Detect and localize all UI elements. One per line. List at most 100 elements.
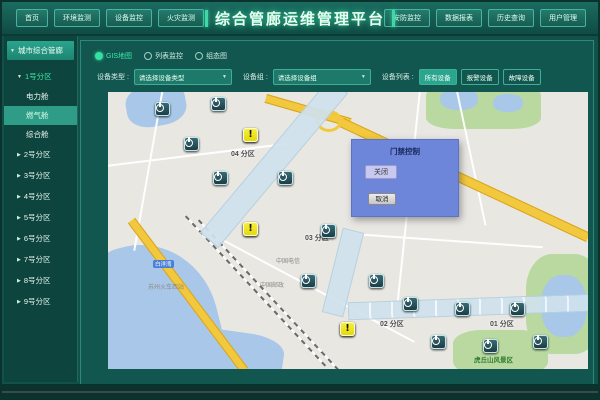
sidebar-root-node[interactable]: ▼ 城市综合管廊 [7, 41, 74, 60]
nav-right-button-2[interactable]: 历史查询 [488, 9, 534, 27]
power-glyph [185, 139, 193, 147]
power-icon[interactable] [431, 335, 446, 349]
device-type-label: 设备类型 : [97, 72, 129, 82]
cancel-button[interactable]: 取消 [368, 193, 396, 205]
device-type-value: 请选择设备类型 [139, 72, 185, 82]
device-type-select[interactable]: 请选择设备类型 ▼ [134, 69, 232, 85]
view-mode-1[interactable]: 列表监控 [144, 51, 183, 61]
zone-label: 3号分区 [24, 170, 51, 181]
nav-left-button-2[interactable]: 设备监控 [106, 9, 152, 27]
close-button[interactable]: 关闭 [365, 165, 397, 179]
poi-label: 白洋湾 [153, 260, 174, 268]
power-icon[interactable] [455, 302, 470, 316]
title-divider-left-icon [205, 10, 208, 27]
warning-icon[interactable]: ! [340, 322, 355, 336]
sidebar-root-label: 城市综合管廊 [18, 45, 63, 56]
chevron-down-icon: ▼ [361, 74, 366, 80]
zone-label: 01 分区 [490, 319, 514, 329]
zone-label: 6号分区 [24, 233, 51, 244]
zone-label: 5号分区 [24, 212, 51, 223]
poi-label: 虎丘山风景区 [474, 354, 513, 364]
power-glyph [214, 173, 222, 181]
sidebar-cabin-电力舱[interactable]: 电力舱 [4, 87, 77, 106]
caret-right-icon: ▶ [17, 215, 21, 221]
nav-left-button-0[interactable]: 首页 [16, 9, 48, 27]
sidebar-tree: ▼1号分区电力舱燃气舱综合舱▶2号分区▶3号分区▶4号分区▶5号分区▶6号分区▶… [4, 66, 77, 312]
zone-label: 4号分区 [24, 191, 51, 202]
device-list-button-0[interactable]: 所有设备 [419, 69, 457, 85]
power-glyph [322, 226, 330, 234]
power-icon[interactable] [483, 339, 498, 353]
power-glyph [212, 99, 220, 107]
power-glyph [511, 304, 519, 312]
sidebar-zone-9号分区[interactable]: ▶9号分区 [4, 291, 77, 312]
footer-band [2, 384, 598, 398]
view-mode-radios: GIS地图 列表监控 组态图 [95, 51, 227, 61]
filter-row: 设备类型 : 请选择设备类型 ▼ 设备组 : 请选择设备组 ▼ 设备列表 : 所… [91, 69, 587, 85]
sidebar-cabin-燃气舱[interactable]: 燃气舱 [4, 106, 77, 125]
caret-right-icon: ▶ [17, 194, 21, 200]
nav-right-button-3[interactable]: 用户管理 [540, 9, 586, 27]
warning-icon[interactable]: ! [243, 222, 258, 236]
gis-map[interactable]: 04 分区03 分区02 分区01 分区白洋湾苏州火车西站中国电信中国邮政虎丘山… [108, 92, 588, 369]
nav-right-button-1[interactable]: 数据报表 [436, 9, 482, 27]
power-icon[interactable] [278, 171, 293, 185]
power-glyph [456, 304, 464, 312]
caret-down-icon: ▼ [17, 74, 22, 80]
device-group-label: 设备组 : [243, 72, 268, 82]
view-mode-2[interactable]: 组态图 [195, 51, 227, 61]
power-icon[interactable] [211, 97, 226, 111]
poi-label: 中国电信 [276, 256, 300, 265]
map-water [493, 94, 523, 112]
warning-icon[interactable]: ! [243, 128, 258, 142]
zone-label: 8号分区 [24, 275, 51, 286]
nav-left-button-3[interactable]: 火灾监测 [158, 9, 204, 27]
radio-icon [144, 52, 152, 60]
power-icon[interactable] [403, 297, 418, 311]
device-list-label: 设备列表 : [382, 72, 414, 82]
chevron-down-icon: ▼ [222, 74, 227, 80]
zone-label: 02 分区 [380, 319, 404, 329]
sidebar-zone-8号分区[interactable]: ▶8号分区 [4, 270, 77, 291]
zone-label: 7号分区 [24, 254, 51, 265]
sidebar-zone-5号分区[interactable]: ▶5号分区 [4, 207, 77, 228]
sidebar-zone-7号分区[interactable]: ▶7号分区 [4, 249, 77, 270]
sidebar-cabin-综合舱[interactable]: 综合舱 [4, 125, 77, 144]
caret-right-icon: ▶ [17, 299, 21, 305]
nav-right-group: 安防监控数据报表历史查询用户管理 [384, 9, 586, 27]
view-mode-label: 列表监控 [155, 51, 183, 61]
power-glyph [432, 337, 440, 345]
power-glyph [370, 276, 378, 284]
zone-label: 1号分区 [25, 71, 52, 82]
device-group-select[interactable]: 请选择设备组 ▼ [273, 69, 371, 85]
radio-icon [195, 52, 203, 60]
zone-label: 04 分区 [231, 149, 255, 159]
zone-label: 2号分区 [24, 149, 51, 160]
view-mode-label: GIS地图 [106, 51, 132, 61]
power-icon[interactable] [510, 302, 525, 316]
power-icon[interactable] [184, 137, 199, 151]
power-icon[interactable] [301, 274, 316, 288]
sidebar-zone-6号分区[interactable]: ▶6号分区 [4, 228, 77, 249]
access-control-dialog: 门禁控制 打开 关闭 确定 取消 [351, 139, 459, 217]
nav-left-button-1[interactable]: 环境监测 [54, 9, 100, 27]
view-mode-0[interactable]: GIS地图 [95, 51, 132, 61]
power-glyph [404, 299, 412, 307]
sidebar-zone-1号分区[interactable]: ▼1号分区 [4, 66, 77, 87]
power-glyph [484, 341, 492, 349]
power-icon[interactable] [533, 335, 548, 349]
page-title: 综合管廊运维管理平台 [215, 8, 385, 29]
power-icon[interactable] [213, 171, 228, 185]
sidebar-zone-2号分区[interactable]: ▶2号分区 [4, 144, 77, 165]
device-list-button-2[interactable]: 故障设备 [503, 69, 541, 85]
power-icon[interactable] [321, 224, 336, 238]
device-list-button-1[interactable]: 报警设备 [461, 69, 499, 85]
view-mode-label: 组态图 [206, 51, 227, 61]
sidebar-zone-4号分区[interactable]: ▶4号分区 [4, 186, 77, 207]
power-icon[interactable] [369, 274, 384, 288]
power-glyph [302, 276, 310, 284]
header-bar: 首页环境监测设备监控火灾监测 综合管廊运维管理平台 安防监控数据报表历史查询用户… [2, 2, 598, 36]
caret-right-icon: ▶ [17, 257, 21, 263]
sidebar-zone-3号分区[interactable]: ▶3号分区 [4, 165, 77, 186]
power-icon[interactable] [155, 102, 170, 116]
